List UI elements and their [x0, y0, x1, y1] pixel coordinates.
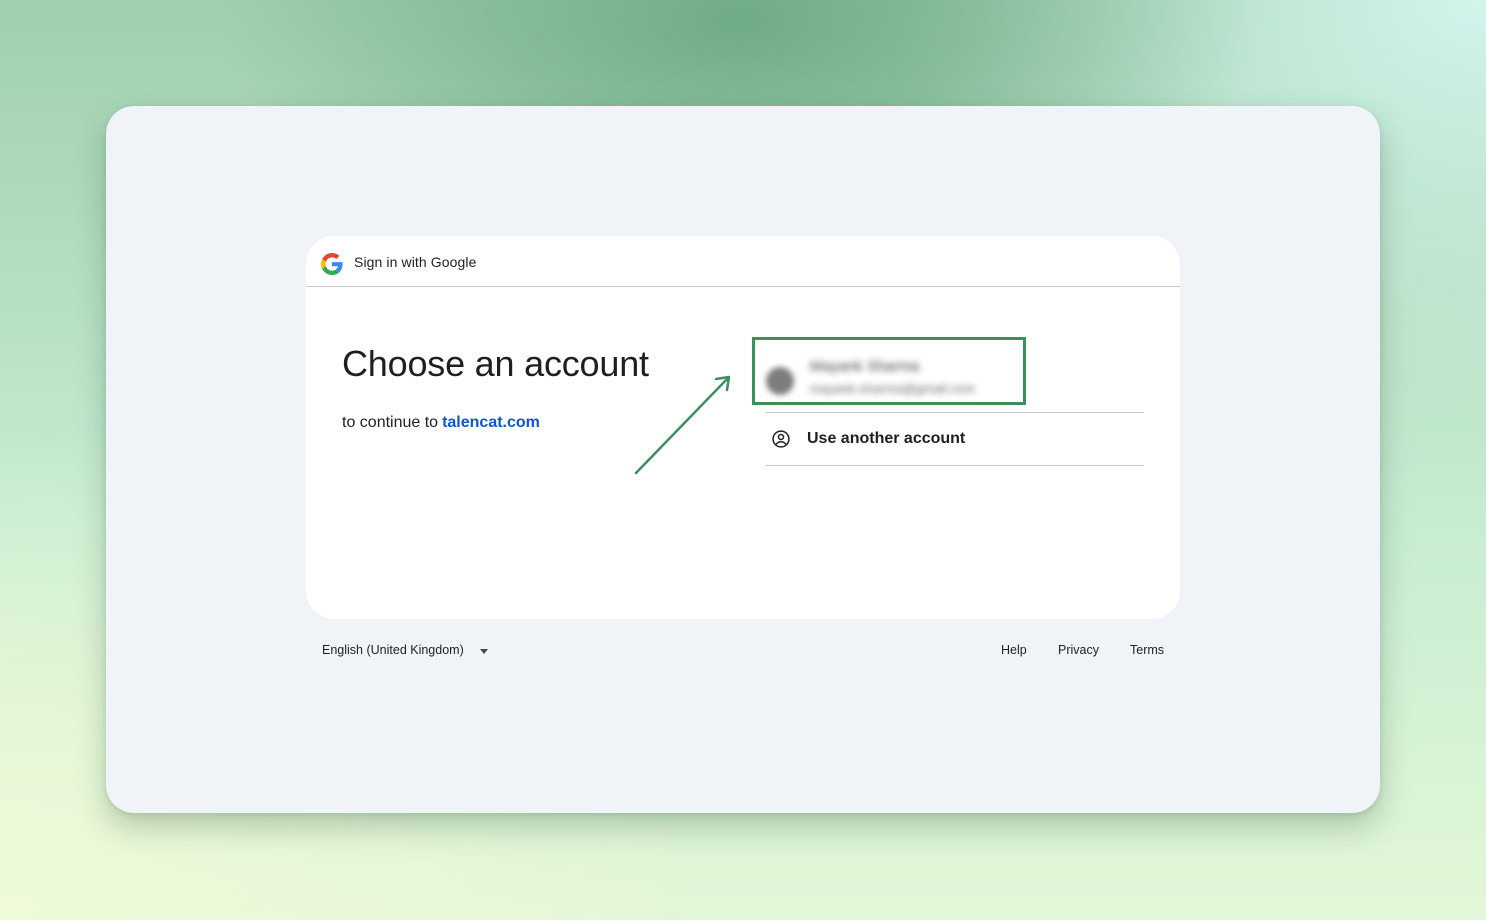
- sign-in-card: Sign in with Google Choose an account to…: [306, 236, 1180, 619]
- chevron-down-icon[interactable]: [480, 649, 488, 654]
- account-name: Mayank Sharma: [810, 358, 920, 375]
- account-item[interactable]: Mayank Sharma mayank.sharma@gmail.com: [766, 339, 1144, 413]
- annotation-arrow-icon: [634, 375, 731, 475]
- footer: English (United Kingdom) Help Privacy Te…: [306, 641, 1180, 665]
- terms-link[interactable]: Terms: [1130, 643, 1164, 657]
- subtitle-prefix: to continue to: [342, 414, 439, 431]
- header-title: Sign in with Google: [354, 254, 477, 270]
- language-select[interactable]: English (United Kingdom): [322, 643, 464, 657]
- site-link[interactable]: talencat.com: [442, 414, 540, 431]
- page-title: Choose an account: [342, 343, 649, 384]
- use-another-account-button[interactable]: Use another account: [766, 413, 1144, 466]
- help-link[interactable]: Help: [1001, 643, 1027, 657]
- card-header: Sign in with Google: [306, 236, 1180, 287]
- account-email: mayank.sharma@gmail.com: [810, 381, 975, 396]
- account-circle-icon: [772, 430, 790, 448]
- privacy-link[interactable]: Privacy: [1058, 643, 1099, 657]
- use-another-account-label: Use another account: [807, 430, 966, 447]
- avatar: [766, 367, 794, 395]
- google-logo-icon: [321, 253, 343, 275]
- subtitle: to continue to talencat.com: [342, 414, 540, 432]
- app-window: Sign in with Google Choose an account to…: [106, 106, 1380, 813]
